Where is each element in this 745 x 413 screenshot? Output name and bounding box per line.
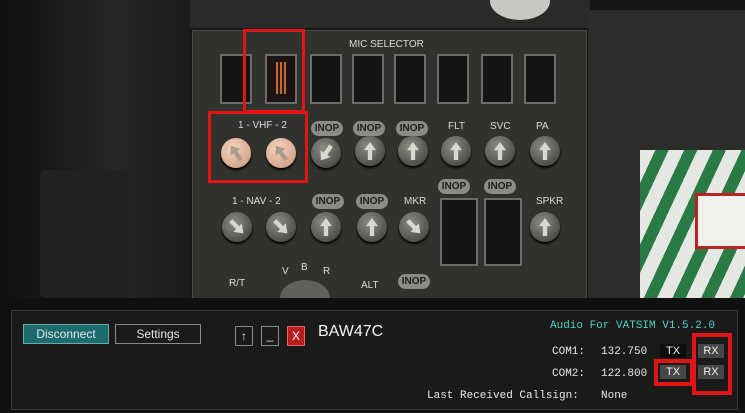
volume-knob[interactable] bbox=[530, 136, 560, 166]
v-label: V bbox=[282, 266, 289, 277]
inop-badge: INOP bbox=[438, 179, 470, 194]
client-panel: Disconnect Settings ↑ _ X BAW47C Audio F… bbox=[11, 310, 738, 410]
knob-arrow-icon bbox=[450, 142, 462, 160]
knob-arrow-icon bbox=[364, 142, 376, 160]
com1-frequency: 132.750 bbox=[601, 346, 648, 358]
volume-knob[interactable] bbox=[355, 136, 385, 166]
left-bracket-shadow bbox=[40, 170, 130, 298]
volume-knob[interactable] bbox=[485, 136, 515, 166]
nav-label: 1 - NAV - 2 bbox=[232, 196, 281, 207]
alt-label: ALT bbox=[361, 280, 379, 291]
right-placard-label bbox=[695, 193, 745, 249]
volume-knob[interactable] bbox=[398, 136, 428, 166]
flt-label: FLT bbox=[448, 121, 466, 132]
marker-volume-knob[interactable] bbox=[399, 212, 429, 242]
mic-switch[interactable] bbox=[310, 54, 342, 104]
speaker-volume-knob[interactable] bbox=[530, 212, 560, 242]
last-received-label: Last Received Callsign: bbox=[427, 390, 579, 402]
com2-label: COM2: bbox=[552, 368, 586, 380]
knob-arrow-icon bbox=[316, 142, 336, 164]
knob-arrow-icon bbox=[407, 142, 419, 160]
knob-arrow-icon bbox=[320, 218, 332, 236]
callsign-label: BAW47C bbox=[318, 323, 384, 340]
disconnect-button[interactable]: Disconnect bbox=[23, 324, 109, 344]
inop-badge: INOP bbox=[398, 274, 430, 289]
volume-knob[interactable] bbox=[311, 212, 341, 242]
speaker-switch[interactable] bbox=[484, 198, 522, 266]
volume-knob[interactable] bbox=[441, 136, 471, 166]
volume-knob[interactable] bbox=[311, 138, 341, 168]
minimize-button[interactable]: _ bbox=[261, 326, 279, 346]
inop-badge: INOP bbox=[396, 121, 428, 136]
knob-arrow-icon bbox=[539, 142, 551, 160]
mic-switch[interactable] bbox=[481, 54, 513, 104]
mic-switch[interactable] bbox=[352, 54, 384, 104]
highlight-vhf-knobs bbox=[208, 111, 308, 183]
vatsim-audio-client: Disconnect Settings ↑ _ X BAW47C Audio F… bbox=[0, 298, 745, 413]
pa-label: PA bbox=[536, 121, 549, 132]
app-title: Audio For VATSIM V1.5.2.0 bbox=[550, 320, 716, 332]
com1-tx-button[interactable]: TX bbox=[660, 344, 686, 358]
knob-arrow-icon bbox=[494, 142, 506, 160]
spkr-label: SPKR bbox=[536, 196, 564, 207]
inop-badge: INOP bbox=[312, 194, 344, 209]
rt-label: R/T bbox=[229, 278, 246, 289]
knob-arrow-icon bbox=[366, 218, 378, 236]
close-button[interactable]: X bbox=[287, 326, 305, 346]
knob-arrow-icon bbox=[226, 216, 247, 237]
inop-badge: INOP bbox=[356, 194, 388, 209]
b-label: B bbox=[301, 262, 308, 273]
nav1-volume-knob[interactable] bbox=[222, 212, 252, 242]
last-received-value: None bbox=[601, 390, 628, 402]
com2-frequency: 122.800 bbox=[601, 368, 648, 380]
speaker-switch[interactable] bbox=[440, 198, 478, 266]
cockpit-audio-panel: MIC SELECTOR 1 - VHF - 2 INOP INOP INOP … bbox=[0, 0, 745, 298]
highlight-rx-buttons bbox=[692, 333, 732, 395]
mic-switch[interactable] bbox=[394, 54, 426, 104]
nav2-volume-knob[interactable] bbox=[266, 212, 296, 242]
mic-selector-label: MIC SELECTOR bbox=[349, 39, 424, 50]
always-on-top-button[interactable]: ↑ bbox=[235, 326, 253, 346]
r-label: R bbox=[323, 266, 331, 277]
inop-badge: INOP bbox=[311, 121, 343, 136]
inop-badge: INOP bbox=[353, 121, 385, 136]
mic-switch[interactable] bbox=[524, 54, 556, 104]
knob-arrow-icon bbox=[270, 216, 291, 237]
com1-label: COM1: bbox=[552, 346, 586, 358]
knob-arrow-icon bbox=[403, 216, 424, 237]
highlight-com2-tx bbox=[654, 359, 694, 386]
volume-knob[interactable] bbox=[357, 212, 387, 242]
mkr-label: MKR bbox=[404, 196, 427, 207]
highlight-mic-switch bbox=[243, 29, 305, 113]
svc-label: SVC bbox=[490, 121, 511, 132]
mic-switch[interactable] bbox=[437, 54, 469, 104]
knob-arrow-icon bbox=[539, 218, 551, 236]
settings-button[interactable]: Settings bbox=[115, 324, 201, 344]
inop-badge: INOP bbox=[484, 179, 516, 194]
